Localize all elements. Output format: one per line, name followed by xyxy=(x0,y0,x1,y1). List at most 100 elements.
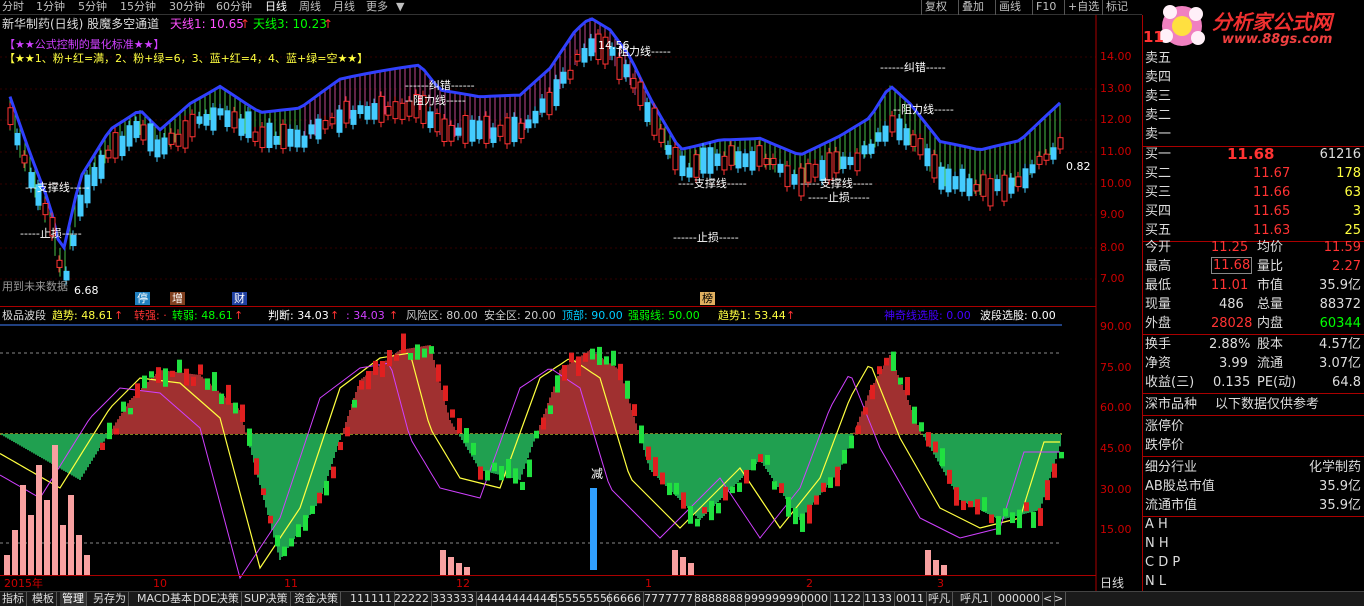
btab-macd[interactable]: MACD基本 xyxy=(135,592,195,606)
order-book-buy-2: 买二 11.67 178 xyxy=(1143,164,1364,183)
side-tab-nl[interactable]: N L xyxy=(1143,572,1364,591)
side-tab-ah[interactable]: A H xyxy=(1143,515,1364,534)
indicator-bar xyxy=(597,346,602,365)
candle-body xyxy=(546,91,553,116)
side-tab-cdp[interactable]: C D P xyxy=(1143,553,1364,572)
btab-sup[interactable]: SUP决策 xyxy=(242,592,291,606)
btab-1133[interactable]: 1133 xyxy=(862,592,895,606)
btab-hufan[interactable]: 呼凡 xyxy=(926,592,953,606)
candle-body xyxy=(231,111,238,129)
weak-arrow: ↑ xyxy=(234,309,244,322)
stat-label: 最高 xyxy=(1145,259,1172,274)
indicator-bar xyxy=(898,377,903,385)
btab-saveas[interactable]: 另存为 xyxy=(91,592,129,606)
indicator-bar xyxy=(128,408,133,415)
volume-bar xyxy=(456,563,462,575)
indicator-weak: 转弱: 48.61 xyxy=(172,309,233,322)
btab-7777777[interactable]: 7777777 xyxy=(642,592,696,606)
indicator-bar xyxy=(569,352,574,363)
stat-value: 3.99 xyxy=(1219,356,1248,371)
indicator-bar xyxy=(198,364,203,375)
btab-99999999[interactable]: 99999999 xyxy=(742,592,803,606)
btab-44444444444[interactable]: 44444444444 xyxy=(475,592,557,606)
indicator-bar xyxy=(352,399,357,408)
volume-bar xyxy=(941,565,947,575)
future-data-note: 用到未来数据 xyxy=(2,280,68,293)
candle-body xyxy=(1022,168,1029,189)
indicator-bar xyxy=(156,367,161,383)
candle-body xyxy=(154,139,161,158)
indicator-bar xyxy=(842,449,847,464)
btab-indicator[interactable]: 指标 xyxy=(0,592,27,606)
btab-1122[interactable]: 1122 xyxy=(831,592,864,606)
indicator-bar xyxy=(758,454,763,463)
candle-body xyxy=(910,134,917,147)
btab-333333[interactable]: 333333 xyxy=(430,592,477,606)
indicator-bar xyxy=(275,535,280,547)
indicator-bar xyxy=(646,446,651,461)
candle-body xyxy=(616,56,623,80)
order-book-buy-1: 买一 11.68 61216 xyxy=(1143,145,1364,164)
indicator-axis-label: 60.00 xyxy=(1100,401,1132,414)
indicator-bar xyxy=(247,428,252,446)
candle-body xyxy=(357,105,364,115)
candle-body xyxy=(91,167,98,187)
indicator-bar xyxy=(716,502,721,514)
stat-value: 3.07亿 xyxy=(1319,356,1361,371)
btab-000000[interactable]: 000000 xyxy=(996,592,1043,606)
candle-body xyxy=(441,118,448,143)
candle-body xyxy=(1001,174,1008,202)
sky3-arrow: ↑ xyxy=(323,17,334,31)
indicator-bar xyxy=(408,353,413,360)
side-tab-nh[interactable]: N H xyxy=(1143,534,1364,553)
indicator-bar xyxy=(1003,508,1008,517)
buy2-volume: 178 xyxy=(1336,166,1361,181)
btab-22222[interactable]: 22222 xyxy=(392,592,432,606)
indicator-bar xyxy=(1045,480,1050,501)
volume-bar xyxy=(688,563,694,575)
btab-dde[interactable]: DDE决策 xyxy=(191,592,242,606)
btab-111111[interactable]: 111111 xyxy=(348,592,395,606)
btab-template[interactable]: 模板 xyxy=(30,592,57,606)
panel-divider xyxy=(0,306,1096,307)
candle-body xyxy=(1015,176,1022,188)
x-axis-line xyxy=(0,575,1096,576)
indicator-bar xyxy=(149,371,154,378)
buy3-label: 买三 xyxy=(1145,185,1172,200)
volume-bar xyxy=(28,515,34,575)
price-axis-label: 8.00 xyxy=(1100,241,1125,254)
candle-body xyxy=(294,129,301,148)
candle-body xyxy=(469,119,476,142)
btab-hufan1[interactable]: 呼凡1 xyxy=(958,592,992,606)
candle-body xyxy=(161,137,168,155)
indicator-bar xyxy=(940,448,945,467)
stat-label: 总量 xyxy=(1257,297,1284,312)
btab-0011[interactable]: 0011 xyxy=(894,592,927,606)
candle-body xyxy=(665,145,672,155)
btab-8888888[interactable]: 8888888 xyxy=(692,592,746,606)
indicator-trend: 趋势: 48.61 xyxy=(52,309,113,322)
resist-line-2: --阻力线----- xyxy=(405,94,466,107)
indicator-bar xyxy=(884,357,889,366)
volume-bar xyxy=(933,560,939,575)
indicator-bar xyxy=(576,356,581,376)
btab-manage[interactable]: 管理 xyxy=(60,592,87,606)
indicator-bar xyxy=(975,499,980,515)
candle-body xyxy=(679,155,686,177)
indicator-bar xyxy=(324,480,329,496)
candle-body xyxy=(896,118,903,141)
stat-value: 4.57亿 xyxy=(1319,337,1361,352)
candle-body xyxy=(217,108,224,116)
stat-value: 35.9亿 xyxy=(1319,278,1361,293)
scroll-right-icon[interactable]: > xyxy=(1052,592,1067,606)
indicator-bar xyxy=(744,469,749,484)
btab-fund[interactable]: 资金决策 xyxy=(292,592,341,606)
stat-value: 11.59 xyxy=(1323,240,1361,255)
stop-line-1: -----止损----- xyxy=(20,227,82,240)
volume-bar xyxy=(76,535,82,575)
btab-55555555[interactable]: 55555555 xyxy=(549,592,610,606)
order-book-buy-4: 买四 11.65 3 xyxy=(1143,202,1364,221)
candle-body xyxy=(854,152,861,172)
btab-0000[interactable]: 0000 xyxy=(798,592,831,606)
btab-66666[interactable]: 66666 xyxy=(604,592,644,606)
